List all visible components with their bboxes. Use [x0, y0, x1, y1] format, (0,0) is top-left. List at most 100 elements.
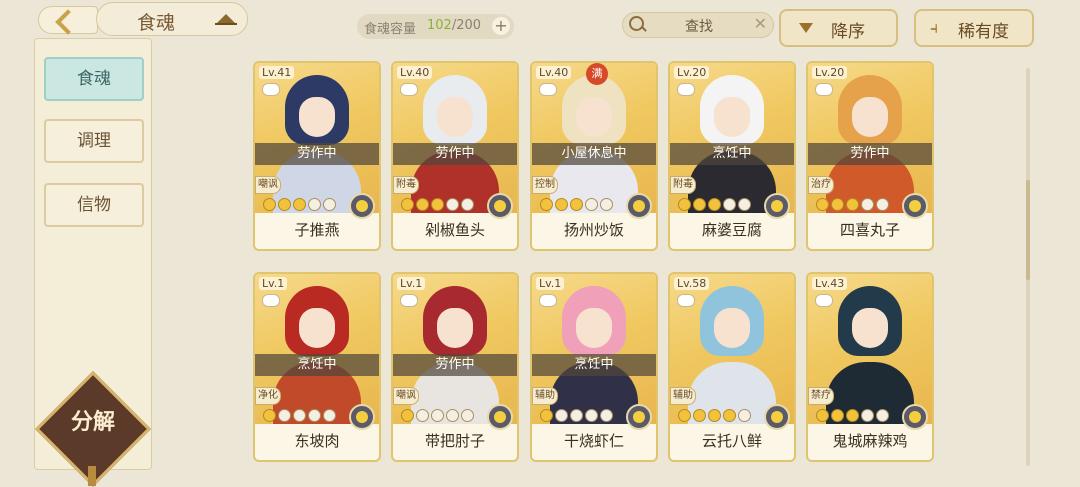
page-title-tab: 食魂: [96, 2, 248, 36]
skill-tag: 辅助: [670, 387, 696, 405]
sidebar-item-xinwu[interactable]: 信物: [44, 183, 144, 227]
star-rating: [816, 198, 891, 212]
star-icon: [293, 198, 306, 211]
back-button[interactable]: [38, 6, 98, 35]
sidebar-item-shihun[interactable]: 食魂: [44, 57, 144, 101]
portrait-face: [852, 308, 888, 348]
card-status: 烹饪中: [255, 354, 379, 376]
skill-tag: 禁疗: [808, 387, 834, 405]
star-rating: [678, 198, 753, 212]
star-icon: [708, 198, 721, 211]
star-icon: [555, 198, 568, 211]
star-icon: [416, 198, 429, 211]
star-rating: [540, 409, 615, 423]
scrollbar-thumb[interactable]: [1026, 180, 1030, 280]
triangle-down-icon: [799, 23, 813, 33]
star-icon: [678, 198, 691, 211]
rarity-icon: ⫞: [930, 18, 939, 37]
card-name: 子推燕: [294, 221, 340, 239]
food-soul-card[interactable]: Lv.1 劳作中 嘲讽 带把肘子: [391, 272, 519, 462]
card-level: Lv.1: [259, 277, 288, 290]
card-name: 带把肘子: [424, 432, 485, 450]
star-icon: [846, 409, 859, 422]
sidebar-item-tiaoli[interactable]: 调理: [44, 119, 144, 163]
food-soul-card[interactable]: Lv.58 辅助 云托八鲜: [668, 272, 796, 462]
chat-bubble-icon: [539, 83, 557, 96]
capacity-label: 食魂容量: [364, 22, 417, 37]
chat-bubble-icon: [262, 294, 280, 307]
star-icon: [678, 409, 691, 422]
full-seal-badge: 满: [586, 63, 608, 85]
star-icon: [416, 409, 429, 422]
star-icon: [278, 409, 291, 422]
food-soul-card[interactable]: Lv.20 烹饪中 附毒 麻婆豆腐: [668, 61, 796, 251]
skill-tag: 辅助: [532, 387, 558, 405]
capacity-value: 102/200: [427, 18, 481, 33]
star-icon: [431, 409, 444, 422]
top-bar: 食魂 食魂容量 102/200 + 查找 ✕ 降序 ⫞ 稀有度: [0, 0, 1080, 47]
food-soul-card[interactable]: Lv.41 劳作中 嘲讽 子推燕: [253, 61, 381, 251]
food-soul-card[interactable]: Lv.1 烹饪中 净化 东坡肉: [253, 272, 381, 462]
card-level: Lv.43: [812, 277, 848, 290]
star-icon: [540, 198, 553, 211]
star-rating: [540, 198, 615, 212]
skill-tag: 控制: [532, 176, 558, 194]
card-level: Lv.1: [536, 277, 565, 290]
decompose-label[interactable]: 分解: [52, 404, 134, 436]
card-level: Lv.40: [397, 66, 433, 79]
sort-order-label: 降序: [831, 22, 865, 42]
card-status: 劳作中: [393, 143, 517, 165]
sort-order-button[interactable]: 降序: [779, 9, 898, 47]
card-name: 剁椒鱼头: [424, 221, 485, 239]
card-status: 劳作中: [808, 143, 932, 165]
capacity-indicator: 食魂容量 102/200 +: [357, 14, 514, 39]
portrait-face: [299, 97, 335, 137]
card-name: 四喜丸子: [839, 221, 900, 239]
food-soul-card[interactable]: Lv.43 禁疗 鬼城麻辣鸡: [806, 272, 934, 462]
portrait-face: [576, 308, 612, 348]
rarity-filter-button[interactable]: ⫞ 稀有度: [914, 9, 1034, 47]
card-level: Lv.20: [812, 66, 848, 79]
star-icon: [693, 198, 706, 211]
chat-bubble-icon: [539, 294, 557, 307]
star-icon: [323, 198, 336, 211]
star-icon: [446, 198, 459, 211]
star-icon: [861, 198, 874, 211]
star-rating: [678, 409, 753, 423]
search-icon: [629, 16, 644, 31]
card-name: 干烧虾仁: [563, 432, 624, 450]
card-name: 东坡肉: [294, 432, 340, 450]
star-icon: [738, 198, 751, 211]
star-icon: [876, 409, 889, 422]
star-icon: [723, 198, 736, 211]
add-capacity-button[interactable]: +: [492, 17, 510, 35]
star-icon: [278, 198, 291, 211]
search-label: 查找: [685, 19, 713, 35]
chat-bubble-icon: [400, 294, 418, 307]
chat-bubble-icon: [815, 294, 833, 307]
star-rating: [401, 198, 476, 212]
search-input[interactable]: 查找 ✕: [622, 12, 774, 38]
food-soul-card[interactable]: Lv.20 劳作中 治疗 四喜丸子: [806, 61, 934, 251]
star-icon: [555, 409, 568, 422]
star-icon: [461, 198, 474, 211]
clear-search-icon[interactable]: ✕: [754, 14, 767, 33]
chat-bubble-icon: [815, 83, 833, 96]
star-icon: [293, 409, 306, 422]
star-icon: [708, 409, 721, 422]
star-icon: [431, 198, 444, 211]
card-status: 烹饪中: [532, 354, 656, 376]
star-icon: [446, 409, 459, 422]
food-soul-card[interactable]: Lv.1 烹饪中 辅助 干烧虾仁: [530, 272, 658, 462]
star-icon: [831, 198, 844, 211]
star-icon: [723, 409, 736, 422]
skill-tag: 治疗: [808, 176, 834, 194]
star-rating: [816, 409, 891, 423]
skill-tag: 嘲讽: [255, 176, 281, 194]
food-soul-card[interactable]: Lv.40 劳作中 附毒 剁椒鱼头: [391, 61, 519, 251]
card-status: 小屋休息中: [532, 143, 656, 165]
food-soul-card[interactable]: Lv.40 满 小屋休息中 控制 扬州炒饭: [530, 61, 658, 251]
skill-tag: 嘲讽: [393, 387, 419, 405]
scrollbar[interactable]: [1026, 68, 1030, 466]
star-icon: [323, 409, 336, 422]
